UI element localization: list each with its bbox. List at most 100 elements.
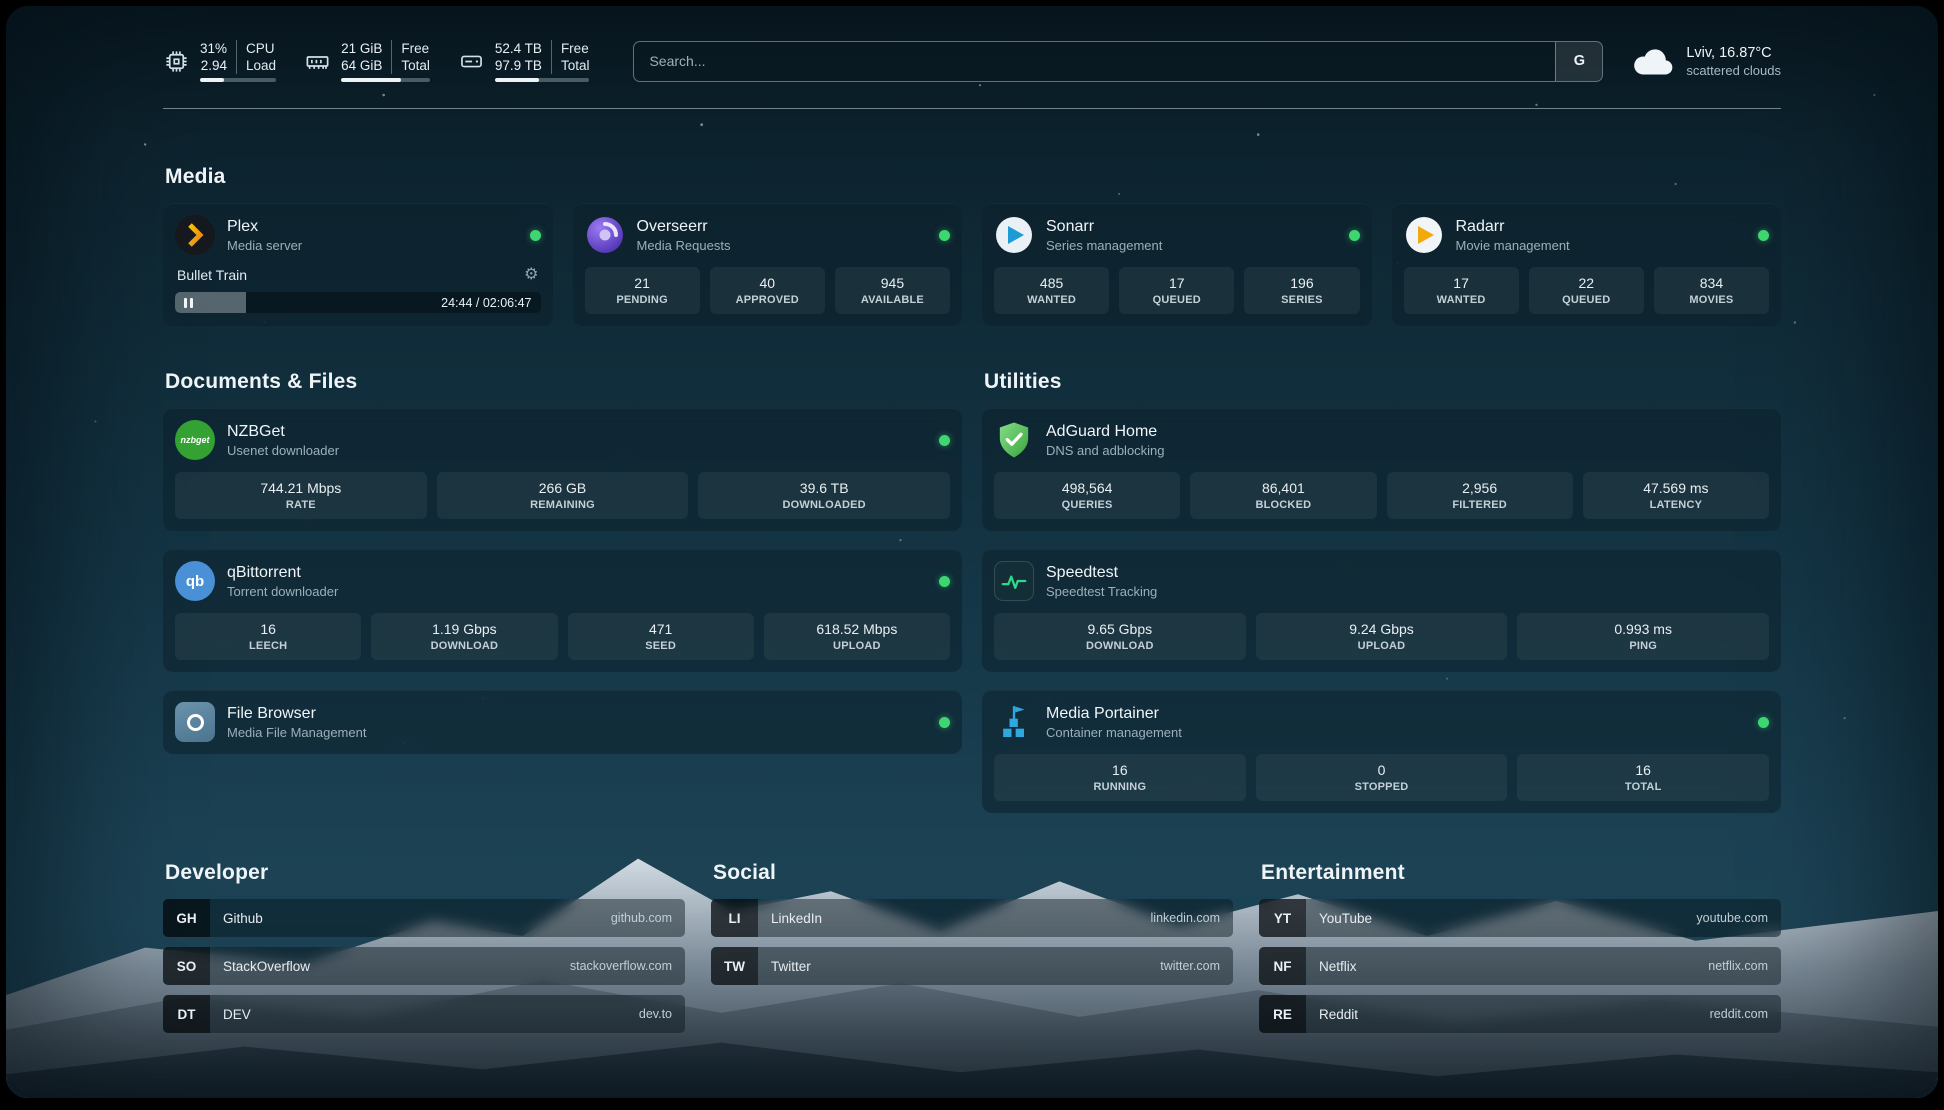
stat: 0STOPPED (1256, 754, 1508, 801)
service-name: Radarr (1456, 217, 1570, 237)
stat: 16LEECH (175, 613, 361, 660)
bookmark-stackoverflow[interactable]: SO StackOverflow stackoverflow.com (163, 947, 685, 985)
service-description: Usenet downloader (227, 442, 339, 459)
bookmark-abbr: GH (163, 899, 210, 937)
section-title-developer: Developer (165, 861, 685, 885)
card-speedtest[interactable]: Speedtest Speedtest Tracking 9.65 GbpsDO… (982, 549, 1781, 672)
overseerr-icon (585, 215, 625, 255)
bookmark-youtube[interactable]: YT YouTube youtube.com (1259, 899, 1781, 937)
service-description: Speedtest Tracking (1046, 583, 1157, 600)
pause-icon[interactable] (184, 298, 193, 308)
bookmark-dev[interactable]: DT DEV dev.to (163, 995, 685, 1033)
plex-progress-bar[interactable]: 24:44 / 02:06:47 (175, 292, 541, 313)
stat: 9.24 GbpsUPLOAD (1256, 613, 1508, 660)
bookmark-linkedin[interactable]: LI LinkedIn linkedin.com (711, 899, 1233, 937)
status-dot (939, 435, 950, 446)
service-description: Media File Management (227, 724, 366, 741)
memory-widget: 21 GiB Free 64 GiB Total (304, 40, 430, 82)
stat: 744.21 MbpsRATE (175, 472, 427, 519)
disk-free-label: Free (551, 40, 590, 57)
card-radarr[interactable]: Radarr Movie management 17WANTED 22QUEUE… (1392, 203, 1782, 326)
status-dot (1758, 717, 1769, 728)
search-provider-button[interactable]: G (1555, 42, 1602, 81)
bookmark-netflix[interactable]: NF Netflix netflix.com (1259, 947, 1781, 985)
portainer-icon (994, 702, 1034, 742)
stat: 9.65 GbpsDOWNLOAD (994, 613, 1246, 660)
service-name: NZBGet (227, 422, 339, 442)
card-nzbget[interactable]: nzbget NZBGet Usenet downloader 744.21 M… (163, 408, 962, 531)
bookmark-abbr: YT (1259, 899, 1306, 937)
memory-total-value: 64 GiB (341, 57, 391, 74)
stat: 86,401BLOCKED (1190, 472, 1376, 519)
stat: 16RUNNING (994, 754, 1246, 801)
card-overseerr[interactable]: Overseerr Media Requests 21PENDING 40APP… (573, 203, 963, 326)
settings-gear-icon[interactable]: ⚙ (524, 267, 538, 283)
bookmark-reddit[interactable]: RE Reddit reddit.com (1259, 995, 1781, 1033)
section-title-entertainment: Entertainment (1261, 861, 1781, 885)
sonarr-icon (994, 215, 1034, 255)
bookmark-name: Netflix (1319, 959, 1357, 974)
cloud-icon (1631, 45, 1673, 77)
bookmark-abbr: RE (1259, 995, 1306, 1033)
service-description: Torrent downloader (227, 583, 338, 600)
disk-total-value: 97.9 TB (495, 57, 551, 74)
cpu-load-value: 2.94 (200, 57, 236, 74)
bookmark-github[interactable]: GH Github github.com (163, 899, 685, 937)
nzbget-icon: nzbget (175, 420, 215, 460)
weather-widget: Lviv, 16.87°C scattered clouds (1631, 45, 1781, 78)
bookmark-abbr: LI (711, 899, 758, 937)
service-description: Media Requests (637, 237, 731, 254)
cpu-load-label: Load (236, 57, 276, 74)
stat: 17QUEUED (1119, 267, 1234, 314)
stat: 498,564QUERIES (994, 472, 1180, 519)
bookmark-url: twitter.com (1160, 959, 1220, 973)
bookmark-url: reddit.com (1710, 1007, 1768, 1021)
service-description: Series management (1046, 237, 1162, 254)
stat: 22QUEUED (1529, 267, 1644, 314)
disk-total-label: Total (551, 57, 590, 74)
weather-location: Lviv, 16.87°C (1686, 45, 1781, 61)
card-plex[interactable]: Plex Media server Bullet Train ⚙ 24:44 /… (163, 203, 553, 326)
service-name: qBittorrent (227, 563, 338, 583)
bookmark-url: netflix.com (1708, 959, 1768, 973)
service-description: DNS and adblocking (1046, 442, 1165, 459)
memory-free-value: 21 GiB (341, 40, 391, 57)
status-dot (1758, 230, 1769, 241)
cpu-icon (163, 48, 190, 75)
disk-widget: 52.4 TB Free 97.9 TB Total (458, 40, 590, 82)
card-portainer[interactable]: Media Portainer Container management 16R… (982, 690, 1781, 813)
cpu-widget: 31% CPU 2.94 Load (163, 40, 276, 82)
card-qbittorrent[interactable]: qb qBittorrent Torrent downloader 16LEEC… (163, 549, 962, 672)
service-name: Sonarr (1046, 217, 1162, 237)
stat: 196SERIES (1244, 267, 1359, 314)
cpu-usage-value: 31% (200, 40, 236, 57)
stat: 471SEED (568, 613, 754, 660)
bookmark-url: youtube.com (1696, 911, 1768, 925)
service-description: Container management (1046, 724, 1182, 741)
bookmark-abbr: SO (163, 947, 210, 985)
speedtest-icon (994, 561, 1034, 601)
bookmark-twitter[interactable]: TW Twitter twitter.com (711, 947, 1233, 985)
section-title-media: Media (165, 165, 1781, 189)
stat: 40APPROVED (710, 267, 825, 314)
stat: 0.993 msPING (1517, 613, 1769, 660)
memory-total-label: Total (391, 57, 430, 74)
plex-icon (175, 215, 215, 255)
bookmark-abbr: TW (711, 947, 758, 985)
section-title-utilities: Utilities (984, 370, 1781, 394)
card-adguard[interactable]: AdGuard Home DNS and adblocking 498,564Q… (982, 408, 1781, 531)
card-sonarr[interactable]: Sonarr Series management 485WANTED 17QUE… (982, 203, 1372, 326)
cpu-usage-label: CPU (236, 40, 276, 57)
bookmark-url: dev.to (639, 1007, 672, 1021)
card-filebrowser[interactable]: File Browser Media File Management (163, 690, 962, 754)
search-bar: G (633, 41, 1603, 82)
bookmark-name: YouTube (1319, 911, 1372, 926)
search-input[interactable] (634, 42, 1555, 81)
section-title-documents: Documents & Files (165, 370, 962, 394)
memory-free-label: Free (391, 40, 430, 57)
service-description: Movie management (1456, 237, 1570, 254)
service-name: Speedtest (1046, 563, 1157, 583)
section-utilities: Utilities (982, 370, 1781, 813)
now-playing-title: Bullet Train (177, 267, 247, 283)
adguard-icon (994, 420, 1034, 460)
